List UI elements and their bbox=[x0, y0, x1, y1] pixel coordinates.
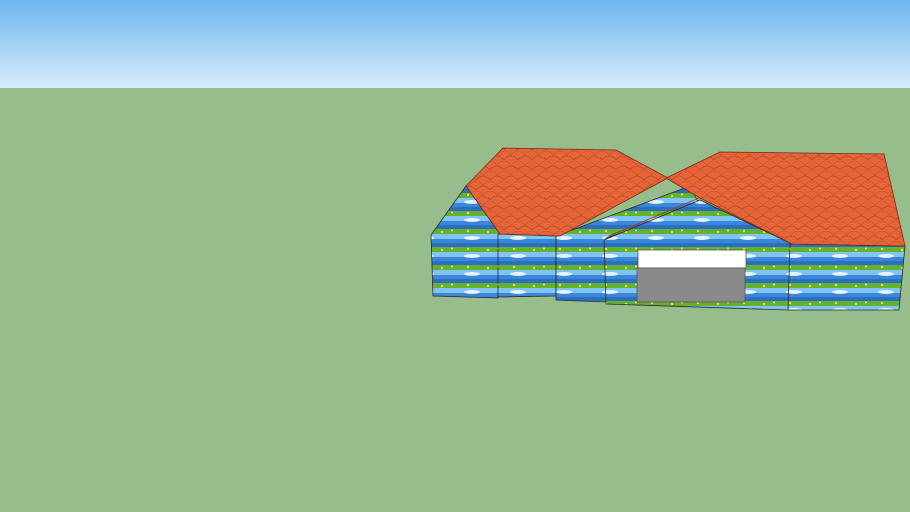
wall-right bbox=[787, 243, 906, 311]
3d-viewport[interactable] bbox=[0, 0, 910, 512]
wall-left-side bbox=[497, 233, 557, 298]
garage-door-header bbox=[637, 249, 747, 269]
garage-door-panel[interactable] bbox=[636, 267, 746, 303]
garage-door[interactable] bbox=[636, 249, 747, 303]
house-model[interactable] bbox=[0, 0, 910, 512]
